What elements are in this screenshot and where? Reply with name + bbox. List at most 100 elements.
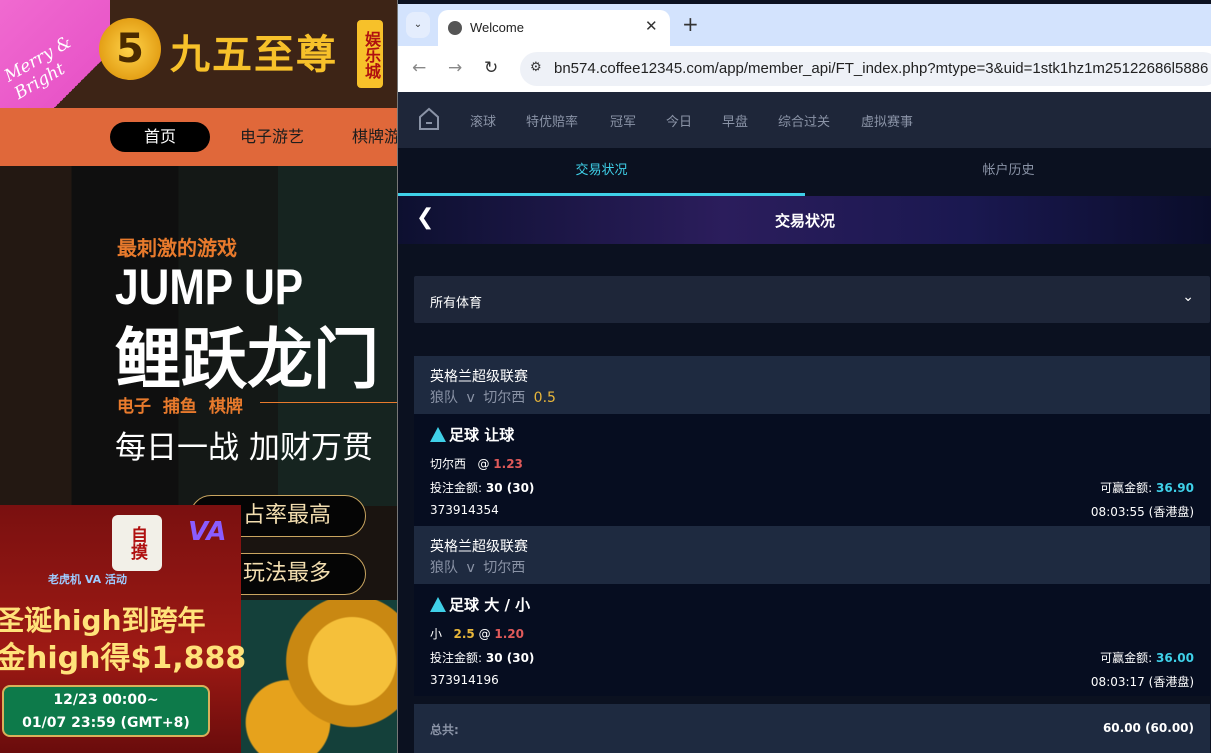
page-header: ❮ 交易状况 — [398, 196, 1211, 244]
nav-early[interactable]: 早盘 — [722, 111, 748, 130]
selection-name: 小 — [430, 627, 443, 641]
site-header: Merry & Bright 5 九五至尊 娱乐城 — [0, 0, 397, 160]
nav-today[interactable]: 今日 — [666, 111, 692, 130]
home-team: 狼队 — [430, 560, 458, 576]
site-settings-icon[interactable]: ⚙ — [530, 60, 542, 75]
odds: 1.20 — [494, 627, 524, 641]
at-sign: @ — [477, 457, 490, 471]
promo-subtitle: 老虎机 VA 活动 — [48, 573, 127, 586]
bet-match-header: 英格兰超级联赛 狼队 v 切尔西 0.5 — [414, 356, 1210, 414]
vs: v — [466, 560, 475, 576]
hero-tagline: 最刺激的游戏 — [117, 236, 237, 260]
logo-badge: 娱乐城 — [357, 20, 383, 88]
away-team: 切尔西 — [483, 560, 526, 576]
bet-time: 08:03:17 (香港盘) — [1090, 675, 1194, 689]
selection-name: 切尔西 — [430, 457, 467, 471]
hero-categories: 电子 捕鱼 棋牌 — [117, 397, 243, 417]
tab-transactions[interactable]: 交易状况 — [398, 148, 805, 196]
match-teams: 狼队 v 切尔西 0.5 — [430, 387, 556, 407]
back-arrow-icon[interactable]: ← — [412, 58, 426, 78]
stake-label: 投注金额: — [430, 481, 483, 495]
reload-icon[interactable]: ↻ — [484, 58, 498, 78]
bet-type-text: 足球 让球 — [449, 426, 515, 444]
logo-text[interactable]: 九五至尊 — [170, 22, 338, 80]
ticket-id: 373914354 — [430, 503, 499, 517]
nav-parlay[interactable]: 综合过关 — [778, 111, 830, 130]
tab-account-history[interactable]: 帐户历史 — [805, 148, 1211, 196]
win-value: 36.00 — [1156, 651, 1194, 665]
ticket-id: 373914196 — [430, 673, 499, 687]
site-nav: 首页 电子游艺 棋牌游 — [0, 108, 397, 166]
tab-strip: ⌄ Welcome ✕ + — [398, 4, 1211, 46]
nav-virtual[interactable]: 虚拟赛事 — [861, 111, 913, 130]
at-sign: @ — [478, 627, 491, 641]
sports-nav: 滚球 特优赔率 冠军 今日 早盘 综合过关 虚拟赛事 — [398, 92, 1211, 148]
hero-headline-cn: 鲤跃龙门 — [115, 321, 379, 398]
away-team: 切尔西 — [483, 390, 526, 406]
coins-image — [240, 600, 397, 753]
selection: 切尔西 @ 1.23 — [430, 455, 523, 472]
sport-filter-dropdown[interactable]: 所有体育 ⌄ — [414, 276, 1210, 323]
vs: v — [466, 390, 475, 406]
bet-detail: 足球 让球 切尔西 @ 1.23 投注金额: 30 (30) 可赢金额: 36.… — [414, 414, 1210, 526]
logo-icon[interactable]: 5 — [99, 18, 161, 80]
promo-date-start: 12/23 00:00~ — [53, 692, 159, 708]
promo-popup[interactable]: 自摸 VA 老虎机 VA 活动 圣诞high到跨年 金high得$1,888 1… — [0, 505, 246, 753]
xmas-text: Merry & Bright — [1, 32, 76, 104]
to-win: 可赢金额: 36.90 — [1100, 479, 1194, 496]
stake: 投注金额: 30 (30) — [430, 649, 534, 666]
stake-label: 投注金额: — [430, 651, 483, 665]
bet-detail: 足球 大 / 小 小 2.5 @ 1.20 投注金额: 30 (30) 可赢金额… — [414, 584, 1210, 696]
league-name: 英格兰超级联赛 — [430, 539, 528, 555]
league-name: 英格兰超级联赛 — [430, 369, 528, 385]
warning-icon — [430, 597, 446, 612]
promo-date-end: 01/07 23:59 (GMT+8) — [22, 715, 190, 731]
selection: 小 2.5 @ 1.20 — [430, 625, 524, 642]
page-title: 交易状况 — [774, 212, 835, 230]
forward-arrow-icon[interactable]: → — [448, 58, 462, 78]
close-icon[interactable]: ✕ — [645, 17, 658, 35]
browser-tab[interactable]: Welcome ✕ — [438, 10, 670, 46]
home-icon[interactable] — [418, 107, 440, 131]
nav-card-games[interactable]: 棋牌游 — [352, 122, 397, 152]
total-row: 总共: 60.00 (60.00) — [414, 704, 1210, 753]
match-teams: 狼队 v 切尔西 — [430, 557, 525, 577]
total-label: 总共: — [430, 723, 459, 737]
promo-line-2: 金high得$1,888 — [0, 641, 247, 676]
warning-icon — [430, 427, 446, 442]
bet-match-header: 英格兰超级联赛 狼队 v 切尔西 — [414, 526, 1210, 584]
total-value: 60.00 (60.00) — [1102, 721, 1194, 735]
chevron-down-icon: ⌄ — [1182, 289, 1194, 305]
win-label: 可赢金额: — [1100, 481, 1153, 495]
promo-dates: 12/23 00:00~ 01/07 23:59 (GMT+8) — [2, 685, 210, 737]
win-value: 36.90 — [1156, 481, 1194, 495]
nav-outright[interactable]: 冠军 — [610, 111, 636, 130]
mahjong-tile: 自摸 — [112, 515, 162, 571]
win-label: 可赢金额: — [1100, 651, 1153, 665]
nav-live[interactable]: 滚球 — [470, 111, 496, 130]
stake-value: 30 (30) — [485, 651, 535, 665]
bet-type-text: 足球 大 / 小 — [449, 596, 531, 614]
sport-filter-value: 所有体育 — [430, 296, 483, 311]
nav-home[interactable]: 首页 — [110, 122, 210, 152]
nav-electronic-games[interactable]: 电子游艺 — [240, 122, 304, 152]
hero-banner[interactable]: 最刺激的游戏 JUMP UP 鲤跃龙门 电子 捕鱼 棋牌 每日一战 加财万贯 — [0, 166, 397, 506]
bet-time: 08:03:55 (香港盘) — [1090, 505, 1194, 519]
address-bar: ← → ↻ ⚙ bn574.coffee12345.com/app/member… — [398, 46, 1211, 92]
line: 2.5 — [453, 627, 475, 641]
browser-window: ⌄ Welcome ✕ + ← → ↻ ⚙ bn574.coffee12345.… — [397, 0, 1211, 753]
nav-special-odds[interactable]: 特优赔率 — [526, 111, 578, 130]
url-text[interactable]: bn574.coffee12345.com/app/member_api/FT_… — [554, 60, 1208, 77]
divider — [260, 402, 397, 403]
background-casino-site: Merry & Bright 5 九五至尊 娱乐城 首页 电子游艺 棋牌游 最刺… — [0, 0, 397, 753]
stake: 投注金额: 30 (30) — [430, 479, 534, 496]
va-logo: VA — [188, 517, 227, 547]
page-tabs: 交易状况 帐户历史 — [398, 148, 1211, 196]
url-field[interactable]: ⚙ bn574.coffee12345.com/app/member_api/F… — [520, 52, 1211, 86]
tab-search-chevron-icon[interactable]: ⌄ — [406, 12, 430, 38]
stake-value: 30 (30) — [485, 481, 535, 495]
hero-slogan: 每日一战 加财万贯 — [115, 430, 373, 466]
globe-icon — [448, 21, 462, 35]
new-tab-plus-icon[interactable]: + — [682, 12, 699, 36]
to-win: 可赢金额: 36.00 — [1100, 649, 1194, 666]
